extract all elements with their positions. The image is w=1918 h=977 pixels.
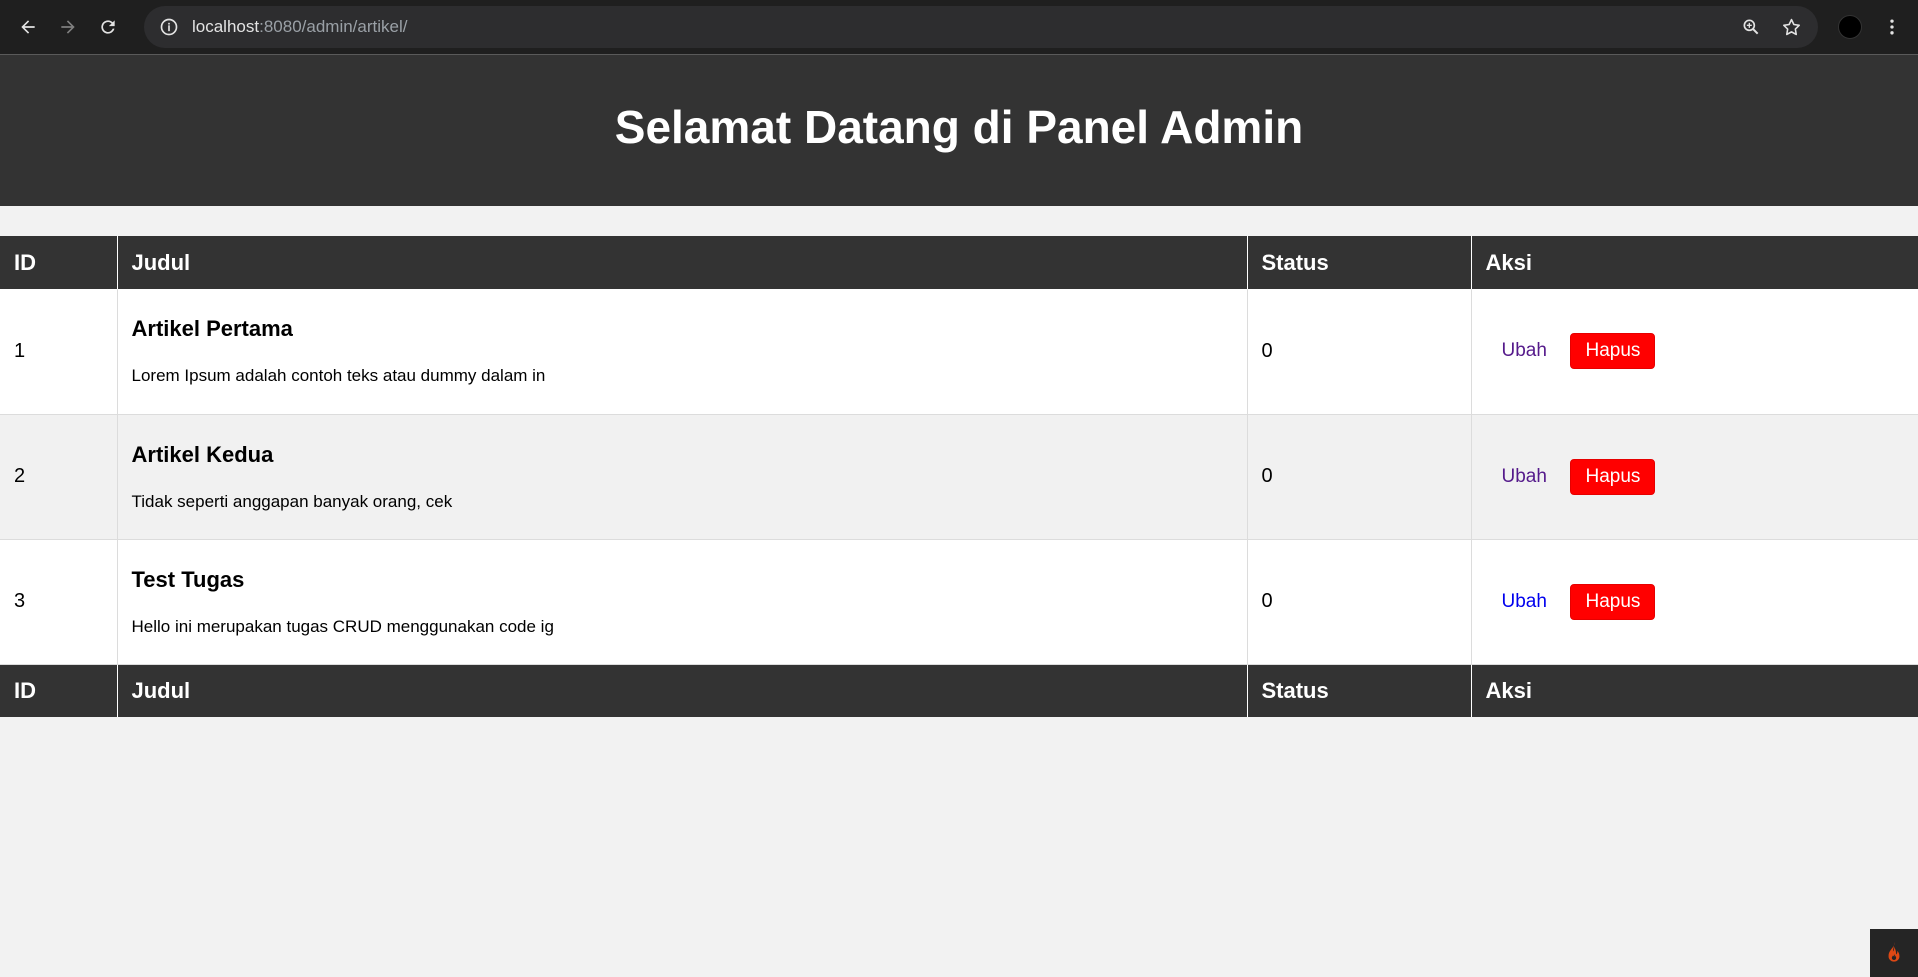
cell-aksi: Ubah Hapus: [1471, 539, 1918, 665]
cell-status: 0: [1247, 414, 1472, 540]
column-header-id: ID: [0, 236, 118, 289]
table-header-row: ID Judul Status Aksi: [0, 236, 1918, 289]
page-header: Selamat Datang di Panel Admin: [0, 55, 1918, 206]
table-row: 1 Artikel Pertama Lorem Ipsum adalah con…: [0, 289, 1918, 415]
kebab-menu-icon[interactable]: [1880, 15, 1904, 39]
debug-toolbar-toggle[interactable]: [1870, 929, 1918, 977]
url-text[interactable]: localhost:8080/admin/artikel/: [192, 17, 1724, 37]
article-excerpt: Tidak seperti anggapan banyak orang, cek: [131, 491, 453, 511]
article-title: Artikel Kedua: [131, 441, 274, 467]
back-icon: [21, 20, 35, 34]
table-footer-row: ID Judul Status Aksi: [0, 664, 1918, 717]
delete-button[interactable]: Hapus: [1570, 583, 1656, 620]
article-excerpt: Hello ini merupakan tugas CRUD menggunak…: [131, 616, 554, 636]
cell-id: 2: [0, 414, 118, 540]
cell-judul: Test Tugas Hello ini merupakan tugas CRU…: [117, 539, 1248, 665]
cell-judul: Artikel Kedua Tidak seperti anggapan ban…: [117, 414, 1248, 540]
cell-status: 0: [1247, 289, 1472, 415]
browser-toolbar: localhost:8080/admin/artikel/: [0, 0, 1918, 55]
footer-header-status: Status: [1247, 664, 1472, 717]
footer-header-id: ID: [0, 664, 118, 717]
cell-aksi: Ubah Hapus: [1471, 414, 1918, 540]
column-header-aksi: Aksi: [1471, 236, 1918, 289]
footer-header-aksi: Aksi: [1471, 664, 1918, 717]
cell-status: 0: [1247, 539, 1472, 665]
table-row: 2 Artikel Kedua Tidak seperti anggapan b…: [0, 414, 1918, 540]
column-header-status: Status: [1247, 236, 1472, 289]
site-info-icon[interactable]: [158, 16, 180, 38]
footer-header-judul: Judul: [117, 664, 1248, 717]
articles-table: ID Judul Status Aksi 1 Artikel Pertama L…: [0, 236, 1918, 717]
profile-avatar[interactable]: [1838, 15, 1862, 39]
edit-link[interactable]: Ubah: [1488, 585, 1561, 619]
reload-button[interactable]: [90, 9, 126, 45]
url-host: localhost: [192, 17, 260, 36]
edit-link[interactable]: Ubah: [1488, 460, 1561, 494]
forward-icon: [61, 20, 75, 34]
codeigniter-flame-icon: [1888, 942, 1900, 962]
edit-link[interactable]: Ubah: [1488, 334, 1561, 368]
cell-judul: Artikel Pertama Lorem Ipsum adalah conto…: [117, 289, 1248, 415]
cell-id: 3: [0, 539, 118, 665]
cell-id: 1: [0, 289, 118, 415]
article-title: Test Tugas: [131, 566, 245, 592]
column-header-judul: Judul: [117, 236, 1248, 289]
cell-aksi: Ubah Hapus: [1471, 289, 1918, 415]
page-title: Selamat Datang di Panel Admin: [614, 100, 1304, 153]
forward-button[interactable]: [50, 9, 86, 45]
bookmark-star-icon[interactable]: [1778, 14, 1804, 40]
address-bar[interactable]: localhost:8080/admin/artikel/: [144, 6, 1818, 48]
delete-button[interactable]: Hapus: [1570, 333, 1656, 370]
article-title: Artikel Pertama: [131, 316, 293, 342]
article-excerpt: Lorem Ipsum adalah contoh teks atau dumm…: [131, 366, 546, 386]
delete-button[interactable]: Hapus: [1570, 458, 1656, 495]
table-row: 3 Test Tugas Hello ini merupakan tugas C…: [0, 539, 1918, 665]
zoom-icon[interactable]: [1738, 14, 1764, 40]
url-path: :8080/admin/artikel/: [259, 17, 408, 36]
back-button[interactable]: [10, 9, 46, 45]
reload-icon: [101, 20, 115, 34]
